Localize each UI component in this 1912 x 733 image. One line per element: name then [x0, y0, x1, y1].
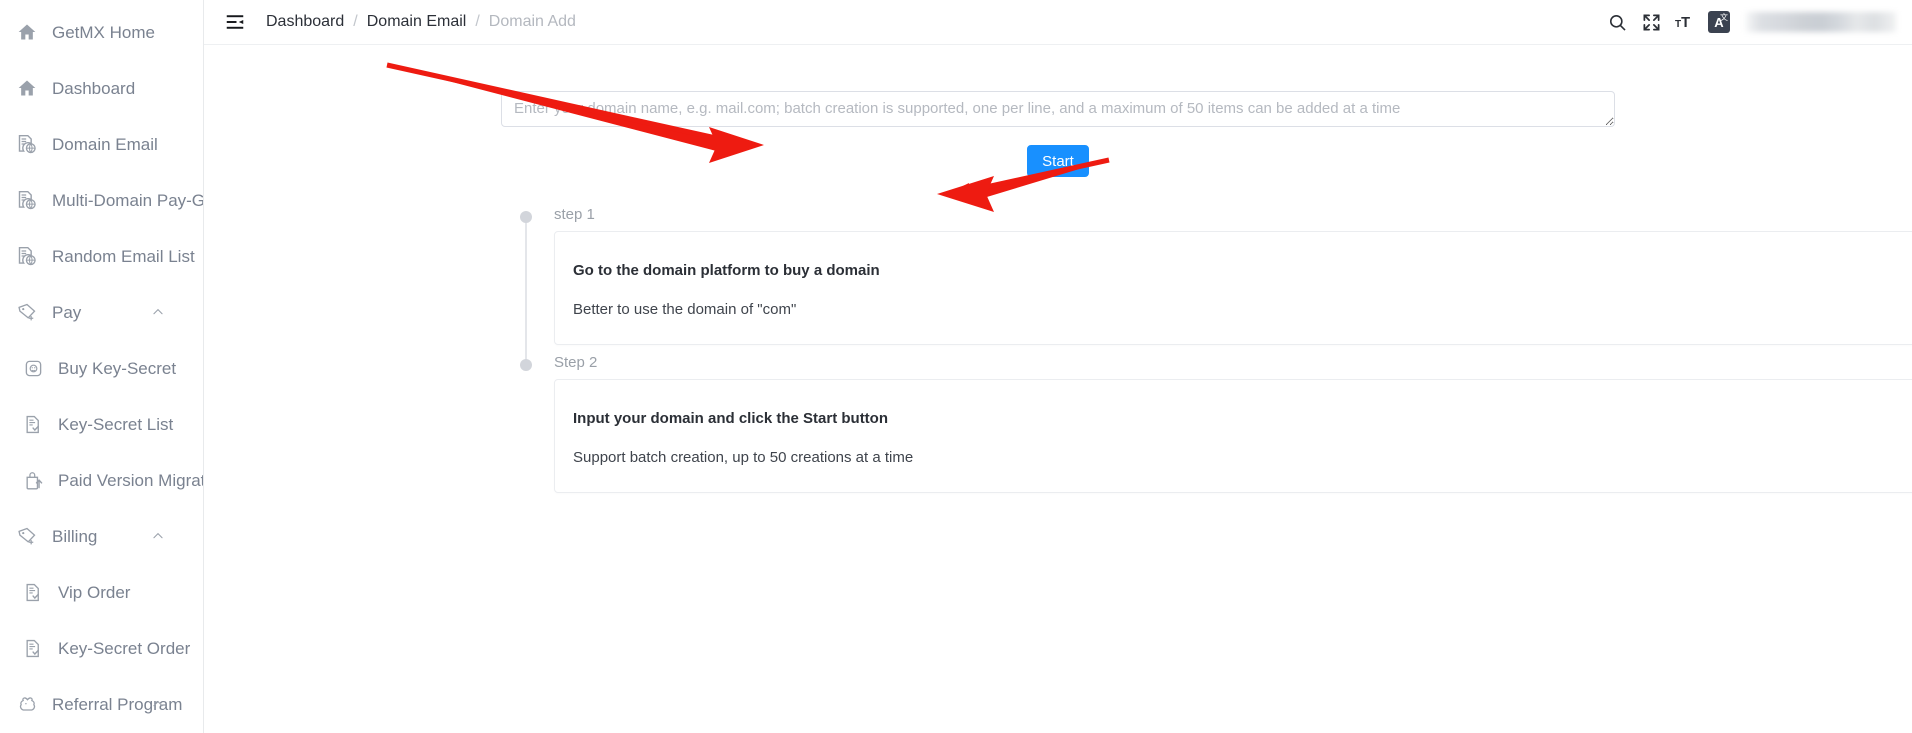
step-title: Go to the domain platform to buy a domai…: [573, 262, 880, 279]
sidebar-menu: GetMX Home Dashboard Domain Email Multi-Dom…: [0, 0, 203, 733]
step-card: Go to the domain platform to buy a domai…: [554, 231, 1912, 345]
sidebar-item-label: Multi-Domain Pay-Group: [52, 190, 204, 210]
domain-input[interactable]: [501, 91, 1615, 127]
sidebar-item-label: Buy Key-Secret: [58, 358, 177, 378]
start-button[interactable]: Start: [1027, 145, 1089, 177]
main-area: Dashboard / Domain Email / Domain Add T …: [204, 0, 1912, 733]
sidebar: GetMX Home Dashboard Domain Email Multi-Dom…: [0, 0, 204, 733]
step-label: step 1: [554, 206, 595, 223]
app-root: GetMX Home Dashboard Domain Email Multi-Dom…: [0, 0, 1912, 733]
file-check-icon: [22, 581, 44, 603]
breadcrumb: Dashboard / Domain Email / Domain Add: [266, 13, 576, 31]
sidebar-item-billing[interactable]: Billing: [0, 508, 203, 564]
tag-icon: [16, 525, 38, 547]
breadcrumb-separator: /: [353, 13, 358, 30]
file-check-icon: [22, 413, 44, 435]
timeline-dot: [520, 211, 532, 223]
step-title: Input your domain and click the Start bu…: [573, 410, 889, 427]
search-icon[interactable]: [1600, 5, 1634, 39]
timeline-line: [525, 217, 527, 367]
font-size-icon[interactable]: T T: [1668, 5, 1702, 39]
steps-timeline: step 1 Go to the domain platform to buy …: [520, 207, 1912, 503]
file-check-icon: [22, 637, 44, 659]
breadcrumb-item-domain-add: Domain Add: [488, 13, 576, 30]
sidebar-item-vip-order[interactable]: Vip Order: [0, 564, 203, 620]
domain-email-icon: [16, 245, 38, 267]
sidebar-item-label: Random Email List: [52, 246, 195, 266]
step-description: Better to use the domain of "com": [573, 301, 797, 318]
sidebar-item-multi-domain-pay-group[interactable]: Multi-Domain Pay-Group: [0, 172, 203, 228]
timeline-item-step-2: Step 2 Input your domain and click the S…: [520, 355, 1912, 503]
gift-icon: [16, 693, 38, 715]
chevron-up-icon[interactable]: [151, 305, 165, 319]
step-card: Input your domain and click the Start bu…: [554, 379, 1912, 493]
sidebar-item-dashboard[interactable]: Dashboard: [0, 60, 203, 116]
sidebar-item-referral-program[interactable]: Referral Program: [0, 676, 203, 732]
sidebar-item-label: Dashboard: [52, 78, 136, 98]
sidebar-item-key-secret-order[interactable]: Key-Secret Order: [0, 620, 203, 676]
language-icon[interactable]: A 文: [1702, 5, 1736, 39]
sidebar-item-label: Vip Order: [58, 582, 131, 602]
header-actions: T T A 文: [1600, 5, 1896, 39]
svg-text:T: T: [1681, 15, 1690, 31]
fullscreen-icon[interactable]: [1634, 5, 1668, 39]
menu-fold-icon[interactable]: [222, 9, 248, 35]
language-sup: 文: [1720, 13, 1728, 22]
home-icon: [16, 21, 38, 43]
chevron-up-icon[interactable]: [151, 529, 165, 543]
breadcrumb-item-domain-email[interactable]: Domain Email: [367, 13, 467, 31]
language-badge: A 文: [1708, 11, 1730, 33]
sidebar-item-random-email-list[interactable]: Random Email List: [0, 228, 203, 284]
chevron-up-icon[interactable]: [151, 697, 165, 711]
breadcrumb-separator: /: [475, 13, 480, 30]
domain-email-icon: [16, 133, 38, 155]
sidebar-item-paid-version-migration[interactable]: Paid Version Migration: [0, 452, 203, 508]
top-header: Dashboard / Domain Email / Domain Add T …: [204, 0, 1912, 45]
user-info-blurred[interactable]: [1746, 12, 1896, 32]
breadcrumb-item-dashboard[interactable]: Dashboard: [266, 13, 344, 31]
domain-email-icon: [16, 189, 38, 211]
sidebar-item-label: Domain Email: [52, 134, 158, 154]
upload-bag-icon: [22, 469, 44, 491]
sidebar-item-label: Billing: [52, 526, 98, 546]
sidebar-item-label: Pay: [52, 302, 82, 322]
sidebar-item-key-secret-list[interactable]: Key-Secret List: [0, 396, 203, 452]
step-label: Step 2: [554, 354, 598, 371]
timeline-item-step-1: step 1 Go to the domain platform to buy …: [520, 206, 1912, 367]
sidebar-item-getmx-home[interactable]: GetMX Home: [0, 4, 203, 60]
domain-add-form: Start: [204, 45, 1912, 177]
step-description: Support batch creation, up to 50 creatio…: [573, 449, 914, 466]
shop-icon: [22, 357, 44, 379]
sidebar-item-label: GetMX Home: [52, 22, 155, 42]
sidebar-item-label: Key-Secret List: [58, 414, 174, 434]
sidebar-item-domain-email[interactable]: Domain Email: [0, 116, 203, 172]
home-icon: [16, 77, 38, 99]
timeline-dot: [520, 359, 532, 371]
page-content: Start step 1 Go to the domain platform t…: [204, 45, 1912, 733]
svg-text:T: T: [1675, 19, 1681, 30]
tag-icon: [16, 301, 38, 323]
sidebar-item-label: Paid Version Migration: [58, 470, 204, 490]
sidebar-item-label: Key-Secret Order: [58, 638, 191, 658]
sidebar-item-pay[interactable]: Pay: [0, 284, 203, 340]
sidebar-item-buy-key-secret[interactable]: Buy Key-Secret: [0, 340, 203, 396]
